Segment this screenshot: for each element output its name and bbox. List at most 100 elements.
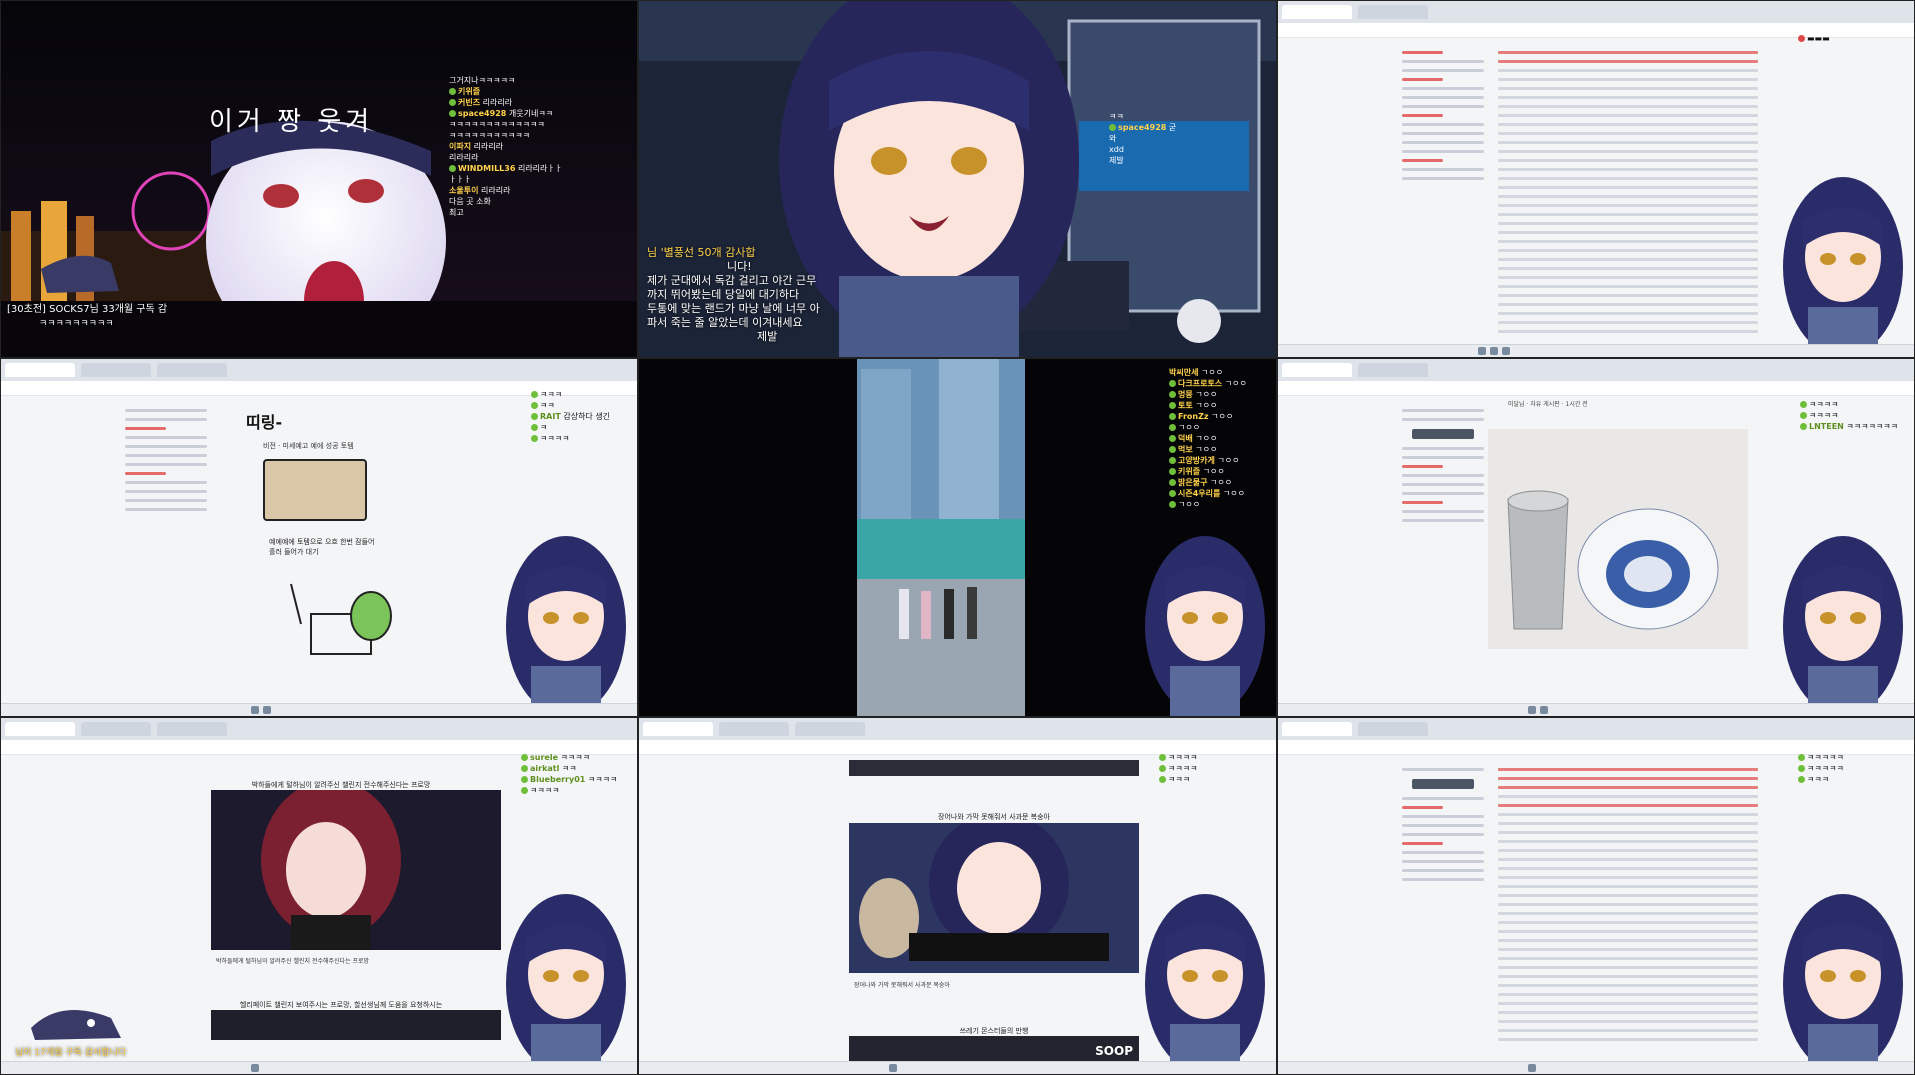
post-row[interactable] xyxy=(1498,159,1758,162)
sidebar-item[interactable] xyxy=(125,445,207,448)
sidebar-item[interactable] xyxy=(1402,492,1484,495)
start-icon[interactable] xyxy=(251,1064,259,1072)
post-row[interactable] xyxy=(1498,60,1758,63)
post-row[interactable] xyxy=(1498,993,1758,996)
post-row[interactable] xyxy=(1498,141,1758,144)
sidebar-item[interactable] xyxy=(1402,519,1484,522)
post-row[interactable] xyxy=(1498,213,1758,216)
browser-tab[interactable] xyxy=(157,722,227,736)
browser-tab[interactable] xyxy=(1358,722,1428,736)
browser-tab[interactable] xyxy=(1358,363,1428,377)
sidebar-item[interactable] xyxy=(125,463,207,466)
sidebar-item[interactable] xyxy=(1402,51,1443,54)
post-row[interactable] xyxy=(1498,150,1758,153)
post-row[interactable] xyxy=(1498,795,1758,798)
sidebar-item[interactable] xyxy=(1402,105,1484,108)
post-row[interactable] xyxy=(1498,87,1758,90)
browser-tab[interactable] xyxy=(81,722,151,736)
browser-tab[interactable] xyxy=(1358,5,1428,19)
post-row[interactable] xyxy=(1498,1029,1758,1032)
post-row[interactable] xyxy=(1498,930,1758,933)
post-row[interactable] xyxy=(1498,804,1758,807)
post-row[interactable] xyxy=(1498,948,1758,951)
post-row[interactable] xyxy=(1498,204,1758,207)
post-row[interactable] xyxy=(1498,96,1758,99)
post-row[interactable] xyxy=(1498,177,1758,180)
browser-tab[interactable] xyxy=(795,722,865,736)
browser-tab[interactable] xyxy=(1282,5,1352,19)
sidebar-item[interactable] xyxy=(125,418,207,421)
browser-tab[interactable] xyxy=(1282,363,1352,377)
post-row[interactable] xyxy=(1498,984,1758,987)
post-row[interactable] xyxy=(1498,105,1758,108)
sidebar-item[interactable] xyxy=(1402,878,1484,881)
sidebar-item[interactable] xyxy=(125,472,166,475)
write-button[interactable] xyxy=(1412,779,1474,789)
sidebar-item[interactable] xyxy=(1402,483,1484,486)
sidebar-item[interactable] xyxy=(1402,87,1484,90)
sidebar-item[interactable] xyxy=(125,454,207,457)
post-row[interactable] xyxy=(1498,858,1758,861)
sidebar-item[interactable] xyxy=(125,490,207,493)
sidebar-item[interactable] xyxy=(125,436,207,439)
sidebar-item[interactable] xyxy=(125,481,207,484)
sidebar-item[interactable] xyxy=(1402,797,1484,800)
post-row[interactable] xyxy=(1498,921,1758,924)
start-icon[interactable] xyxy=(889,1064,897,1072)
sidebar-item[interactable] xyxy=(1402,815,1484,818)
post-row[interactable] xyxy=(1498,903,1758,906)
start-icon[interactable] xyxy=(1478,347,1486,355)
post-row[interactable] xyxy=(1498,69,1758,72)
sidebar-item[interactable] xyxy=(1402,159,1443,162)
post-row[interactable] xyxy=(1498,786,1758,789)
browser-tab[interactable] xyxy=(157,363,227,377)
sidebar-item[interactable] xyxy=(1402,132,1484,135)
post-row[interactable] xyxy=(1498,330,1758,333)
post-row[interactable] xyxy=(1498,876,1758,879)
post-row[interactable] xyxy=(1498,186,1758,189)
post-row[interactable] xyxy=(1498,831,1758,834)
browser-tab[interactable] xyxy=(719,722,789,736)
app-icon[interactable] xyxy=(1490,347,1498,355)
post-row[interactable] xyxy=(1498,285,1758,288)
browser-tab[interactable] xyxy=(5,722,75,736)
sidebar-item[interactable] xyxy=(1402,456,1484,459)
post-row[interactable] xyxy=(1498,240,1758,243)
post-row[interactable] xyxy=(1498,975,1758,978)
post-row[interactable] xyxy=(1498,894,1758,897)
post-row[interactable] xyxy=(1498,303,1758,306)
post-row[interactable] xyxy=(1498,849,1758,852)
post-row[interactable] xyxy=(1498,123,1758,126)
start-icon[interactable] xyxy=(1528,706,1536,714)
browser-tab[interactable] xyxy=(81,363,151,377)
sidebar-item[interactable] xyxy=(1402,69,1484,72)
post-row[interactable] xyxy=(1498,912,1758,915)
sidebar-item[interactable] xyxy=(1402,96,1484,99)
sidebar-item[interactable] xyxy=(1402,465,1443,468)
post-row[interactable] xyxy=(1498,822,1758,825)
sidebar-item[interactable] xyxy=(1402,447,1484,450)
sidebar-item[interactable] xyxy=(1402,78,1443,81)
sidebar-item[interactable] xyxy=(1402,418,1484,421)
sidebar-item[interactable] xyxy=(1402,510,1484,513)
post-row[interactable] xyxy=(1498,267,1758,270)
sidebar-item[interactable] xyxy=(1402,150,1484,153)
post-row[interactable] xyxy=(1498,768,1758,771)
sidebar-item[interactable] xyxy=(1402,842,1443,845)
sidebar-item[interactable] xyxy=(1402,501,1443,504)
post-row[interactable] xyxy=(1498,1038,1758,1041)
post-row[interactable] xyxy=(1498,840,1758,843)
sidebar-item[interactable] xyxy=(125,508,207,511)
post-row[interactable] xyxy=(1498,1011,1758,1014)
post-row[interactable] xyxy=(1498,867,1758,870)
browser-tab[interactable] xyxy=(1282,722,1352,736)
post-row[interactable] xyxy=(1498,132,1758,135)
sidebar-item[interactable] xyxy=(1402,114,1443,117)
sidebar-item[interactable] xyxy=(1402,806,1443,809)
write-button[interactable] xyxy=(1412,429,1474,439)
sidebar-item[interactable] xyxy=(1402,851,1484,854)
sidebar-item[interactable] xyxy=(1402,141,1484,144)
post-row[interactable] xyxy=(1498,258,1758,261)
address-bar[interactable] xyxy=(1278,381,1914,396)
browser-tab[interactable] xyxy=(643,722,713,736)
